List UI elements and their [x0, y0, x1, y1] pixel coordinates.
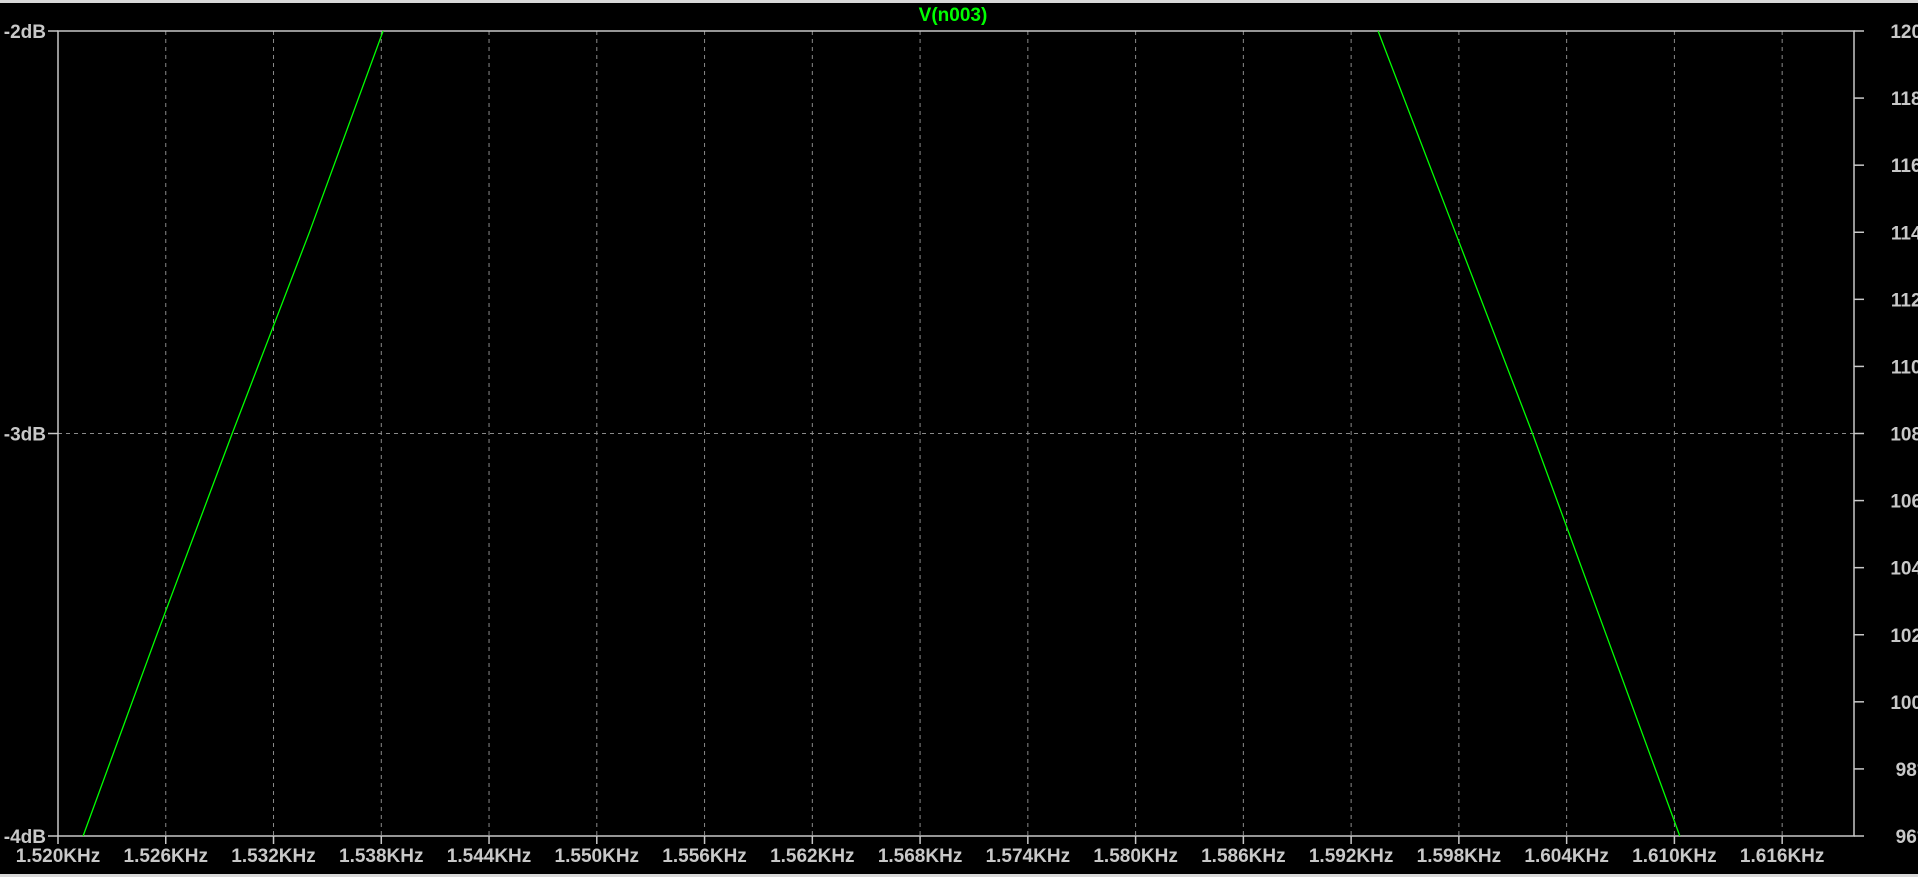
x-tick-label: 1.550KHz	[555, 846, 640, 867]
chart-title[interactable]: V(n003)	[919, 5, 988, 26]
plot-frame	[48, 30, 1864, 844]
x-tick-label: 1.556KHz	[662, 846, 747, 867]
x-tick-label: 1.562KHz	[770, 846, 855, 867]
y-tick-label: -3dB	[4, 425, 46, 446]
y2-tick-label: 108°	[1890, 425, 1918, 446]
y2-tick-label: 110°	[1891, 357, 1918, 378]
x-tick-label: 1.610KHz	[1632, 846, 1717, 867]
x-tick-label: 1.526KHz	[124, 846, 209, 867]
y2-tick-label: 98°	[1896, 760, 1918, 781]
x-tick-label: 1.580KHz	[1093, 846, 1178, 867]
x-tick-label: 1.574KHz	[986, 846, 1071, 867]
bode-plot: 1.520KHz 1.526KHz 1.532KHz 1.538KHz 1.544KHz…	[0, 0, 1918, 877]
y-tick-label: -2dB	[4, 22, 46, 43]
y2-tick-label: 106°	[1890, 492, 1918, 513]
y-tick-label: -4dB	[4, 827, 46, 848]
x-tick-label: 1.586KHz	[1201, 846, 1286, 867]
y2-tick-label: 116°	[1891, 156, 1918, 177]
y2-tick-label: 102°	[1890, 626, 1918, 647]
y2-tick-label: 96°	[1896, 827, 1918, 848]
y2-tick-label: 104°	[1890, 559, 1918, 580]
x-tick-label: 1.592KHz	[1309, 846, 1394, 867]
axis-labels: 1.520KHz 1.526KHz 1.532KHz 1.538KHz 1.544KHz…	[4, 22, 1918, 867]
x-tick-label: 1.604KHz	[1524, 846, 1609, 867]
x-tick-label: 1.568KHz	[878, 846, 963, 867]
y2-tick-label: 118°	[1891, 89, 1918, 110]
x-tick-label: 1.520KHz	[16, 846, 101, 867]
y2-tick-label: 114°	[1891, 223, 1918, 244]
top-border	[0, 0, 1918, 3]
y2-tick-label: 112°	[1891, 290, 1918, 311]
grid	[58, 31, 1854, 836]
y2-tick-label: 120°	[1890, 22, 1918, 43]
y2-tick-label: 100°	[1890, 693, 1918, 714]
x-tick-label: 1.538KHz	[339, 846, 424, 867]
x-tick-label: 1.532KHz	[231, 846, 316, 867]
x-tick-label: 1.598KHz	[1417, 846, 1502, 867]
x-tick-label: 1.544KHz	[447, 846, 532, 867]
x-tick-label: 1.616KHz	[1740, 846, 1825, 867]
